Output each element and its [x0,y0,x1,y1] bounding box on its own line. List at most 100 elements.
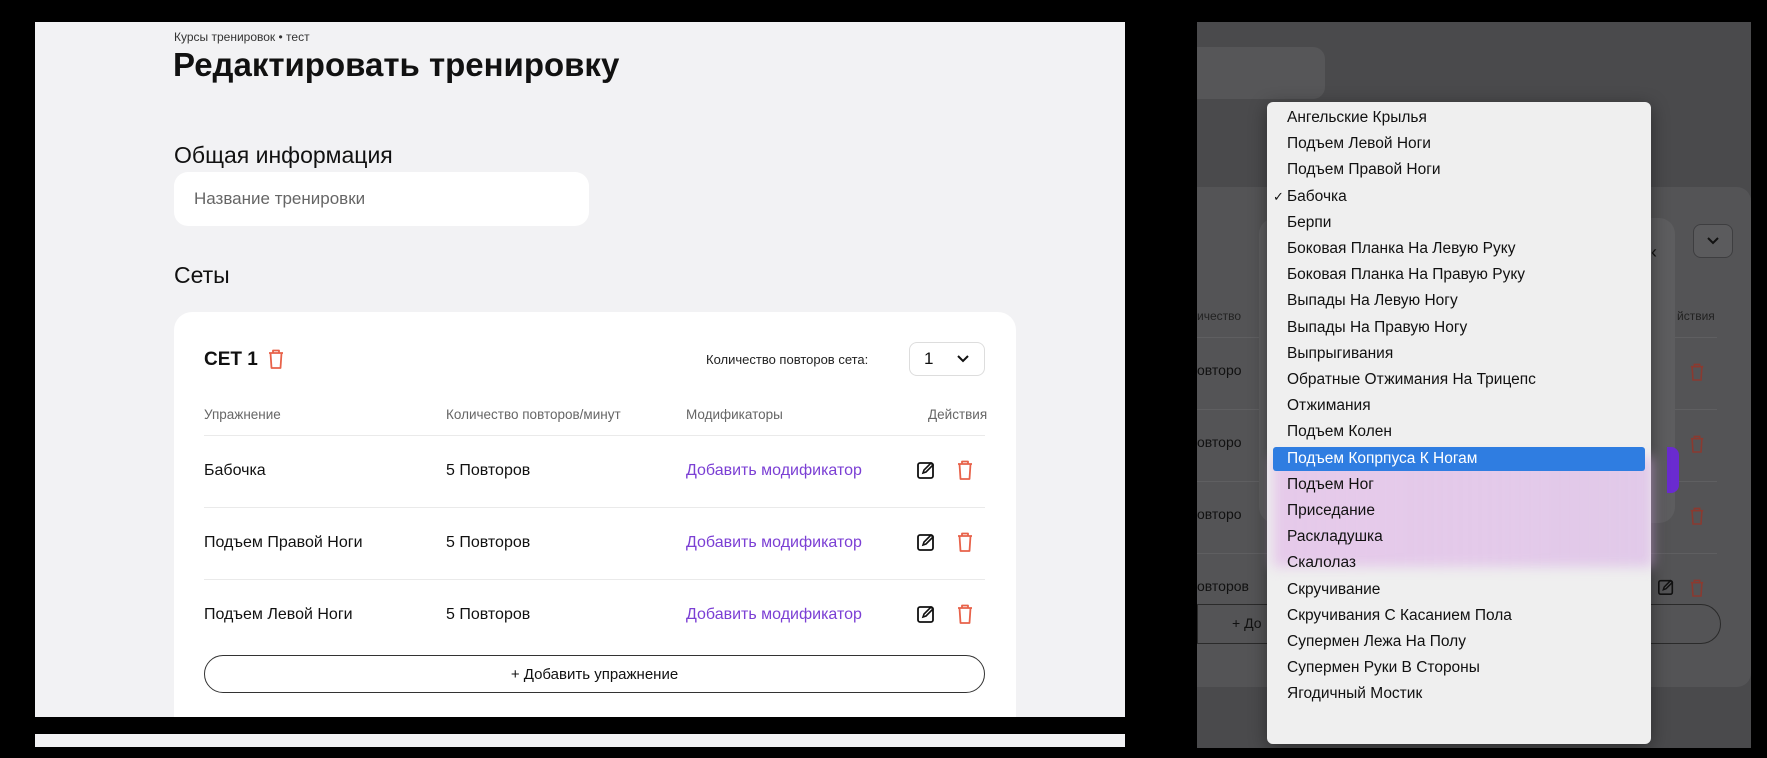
table-row: Бабочка 5 Повторов Добавить модификатор [204,435,985,508]
dropdown-item[interactable]: Ангельские Крылья [1273,106,1645,130]
dropdown-item[interactable]: Выпады На Левую Ногу [1273,289,1645,313]
edit-icon[interactable] [916,460,936,480]
dropdown-item[interactable]: Скалолаз [1273,551,1645,575]
dropdown-item-label: Раскладушка [1287,528,1383,546]
dropdown-item-label: Супермен Руки В Стороны [1287,659,1480,677]
set-reps-select[interactable]: 1 [909,342,985,376]
general-info-heading: Общая информация [174,142,393,168]
exercise-dropdown-menu: Ангельские Крылья Подъем Левой Ноги Подъем… [1267,102,1653,744]
background-reps-select [1693,224,1733,258]
dropdown-item-label: Подъем Левой Ноги [1287,135,1431,153]
background-row-reps: овторо [1197,362,1242,378]
dropdown-item-label: Подъем Колен [1287,423,1392,441]
dropdown-item[interactable]: Приседание [1273,499,1645,523]
set-title: СЕТ 1 [204,349,258,370]
dropdown-item-label: Боковая Планка На Правую Руку [1287,266,1526,284]
set-card: СЕТ 1 Количество повторов сета: 1 Упражн… [174,312,1016,717]
dropdown-item-label: Отжимания [1287,397,1371,415]
edit-icon[interactable] [916,532,936,552]
dropdown-item-label: Супермен Лежа На Полу [1287,633,1466,650]
set-reps-value: 1 [924,349,934,368]
dimmed-page-background: ичество йствия овторо овторо овторо овто… [1197,22,1751,748]
add-modifier-link[interactable]: Добавить модификатор [686,606,862,624]
dropdown-item[interactable]: Боковая Планка На Левую Руку [1273,237,1645,261]
background-row-reps: овторо [1197,506,1242,522]
dropdown-item-label: Скалолаз [1287,554,1357,572]
dropdown-item-label: Боковая Планка На Левую Руку [1287,240,1516,257]
chevron-down-icon [956,349,970,369]
exercise-name: Подъем Левой Ноги [204,606,353,623]
dropdown-item[interactable]: Отжимания [1273,394,1645,418]
dropdown-item[interactable]: Подъем Ног [1273,473,1645,497]
edit-icon [1657,578,1675,601]
trash-icon [1689,506,1705,526]
dropdown-item-label: Ангельские Крылья [1287,109,1427,126]
dropdown-item[interactable]: Ягодичный Мостик [1273,682,1645,706]
dropdown-item[interactable]: ✓ Бабочка [1273,185,1645,209]
background-row-reps: овторов [1197,578,1249,594]
dropdown-item-label: Скручивания С Касанием Пола [1287,606,1512,624]
table-row: Подъем Правой Ноги 5 Повторов Добавить м… [204,507,985,580]
dropdown-item-label: Подъем Правой Ноги [1287,161,1441,179]
page-title: Редактировать тренировку [173,46,620,83]
set-reps-label: Количество повторов сета: [706,352,869,367]
exercise-name: Подъем Правой Ноги [204,534,363,551]
dropdown-item-label: Выпады На Правую Ногу [1287,318,1468,336]
dropdown-item-label: Подъем Копрпуса К Ногам [1287,449,1478,467]
dropdown-item[interactable]: Скручивания С Касанием Пола [1273,604,1645,628]
exercise-name: Бабочка [204,462,266,479]
dropdown-item-label: Выпрыгивания [1287,344,1394,362]
close-icon[interactable]: ‹ [1651,242,1657,263]
dropdown-item-label: Приседание [1287,502,1375,519]
sets-heading: Сеты [174,262,230,288]
dropdown-item[interactable]: Подъем Копрпуса К Ногам [1273,446,1645,471]
dropdown-item[interactable]: Берпи [1273,211,1645,235]
dropdown-item-label: Подъем Ног [1287,475,1374,493]
column-header-reps: Количество повторов/минут [446,407,621,422]
checkmark-icon: ✓ [1273,188,1284,204]
dropdown-item[interactable]: Обратные Отжимания На Трицепс [1273,368,1645,392]
add-modifier-link[interactable]: Добавить модификатор [686,462,862,480]
trash-icon [1689,362,1705,382]
background-row-reps: овторо [1197,434,1242,450]
dropdown-item[interactable]: Боковая Планка На Правую Руку [1273,263,1645,287]
delete-row-icon[interactable] [956,531,974,553]
dropdown-item[interactable]: Раскладушка [1273,525,1645,549]
delete-set-icon[interactable] [267,348,285,370]
dropdown-item[interactable]: Подъем Правой Ноги [1273,158,1645,182]
dropdown-item[interactable]: Супермен Руки В Стороны [1273,656,1645,680]
background-input [1197,47,1325,99]
modal-submit-button [1667,447,1679,493]
dropdown-item-label: Обратные Отжимания На Трицепс [1287,371,1536,388]
dropdown-item-label: Выпады На Левую Ногу [1287,292,1458,310]
add-modifier-link[interactable]: Добавить модификатор [686,534,862,552]
workout-name-input[interactable] [174,172,589,226]
column-header-actions: Действия [928,407,988,422]
background-column-actions: йствия [1677,309,1715,323]
edit-icon[interactable] [916,604,936,624]
table-row: Подъем Левой Ноги 5 Повторов Добавить мо… [204,579,985,652]
dropdown-item[interactable]: Супермен Лежа На Полу [1273,630,1645,654]
dropdown-item[interactable]: Выпрыгивания [1273,342,1645,366]
exercise-reps: 5 Повторов [446,606,531,623]
breadcrumb[interactable]: Курсы тренировок • тест [174,30,310,44]
trash-icon [1689,578,1705,598]
dropdown-item-label: Берпи [1287,213,1332,231]
column-header-modifiers: Модификаторы [686,407,783,422]
dropdown-item[interactable]: Подъем Левой Ноги [1273,132,1645,156]
dropdown-item[interactable]: Подъем Колен [1273,420,1645,444]
dropdown-item-label: Бабочка [1287,187,1347,205]
background-add-label: + До [1232,615,1262,631]
add-exercise-button[interactable]: + Добавить упражнение [204,655,985,693]
edit-workout-page: Курсы тренировок • тест Редактировать тр… [35,22,1125,717]
dropdown-item-label: Скручивание [1287,580,1381,598]
dropdown-item[interactable]: Выпады На Правую Ногу [1273,316,1645,340]
delete-row-icon[interactable] [956,603,974,625]
dropdown-item-label: Ягодичный Мостик [1287,685,1423,703]
dropdown-item[interactable]: Скручивание [1273,578,1645,602]
background-column-reps: ичество [1197,309,1242,323]
exercise-reps: 5 Повторов [446,534,531,551]
delete-row-icon[interactable] [956,459,974,481]
exercise-reps: 5 Повторов [446,462,531,479]
page-bottom-strip [35,734,1125,747]
